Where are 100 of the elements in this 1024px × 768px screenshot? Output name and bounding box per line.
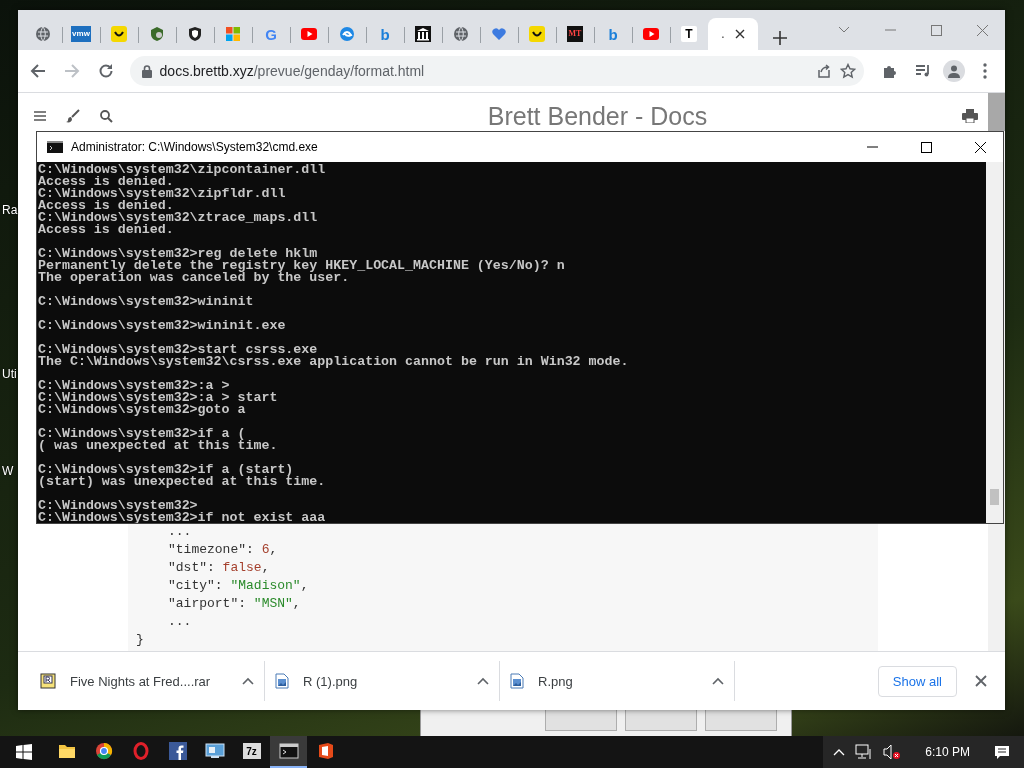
print-icon[interactable] bbox=[962, 109, 978, 123]
close-icon[interactable] bbox=[734, 29, 745, 39]
console-line: C:\Windows\system32>wininit.exe bbox=[38, 320, 287, 332]
code-line: "airport": "MSN", bbox=[168, 595, 301, 613]
download-item[interactable]: R.png bbox=[500, 661, 735, 701]
play-icon bbox=[301, 26, 317, 42]
taskbar-app[interactable]: 7z bbox=[233, 736, 270, 768]
browser-tab[interactable]: . bbox=[708, 18, 758, 50]
console-line: C:\Windows\system32>goto a bbox=[38, 404, 247, 416]
search-icon[interactable] bbox=[100, 109, 113, 123]
back-arrow-icon[interactable] bbox=[29, 63, 46, 79]
terminal-icon bbox=[47, 141, 63, 153]
close-icon[interactable] bbox=[974, 141, 986, 153]
download-name: Five Nights at Fred....rar bbox=[70, 673, 212, 689]
smile-icon bbox=[111, 26, 127, 42]
share-icon[interactable] bbox=[815, 63, 832, 79]
ring-icon bbox=[131, 742, 150, 760]
favicon: b bbox=[607, 26, 619, 42]
console-line: C:\Windows\system32>if not exist aaa bbox=[38, 512, 327, 523]
console-line: C:\Windows\system32\ztrace_maps.dll bbox=[38, 212, 319, 224]
console-line: Access is denied. bbox=[38, 200, 174, 212]
browser-tab[interactable]: MT bbox=[556, 18, 594, 50]
console-line: C:\Windows\system32>start csrss.exe bbox=[38, 344, 318, 356]
code-line: ... bbox=[168, 523, 192, 541]
desktop-icon-label: Ra bbox=[2, 203, 18, 217]
reload-icon[interactable] bbox=[97, 63, 114, 79]
archive-file-icon bbox=[40, 673, 56, 689]
console-line: The operation was canceled by the user. bbox=[38, 272, 350, 284]
globe-icon bbox=[35, 26, 51, 42]
browser-tab[interactable]: vmw bbox=[62, 18, 100, 50]
folder-icon bbox=[57, 743, 76, 759]
clock[interactable]: 6:10 PM bbox=[911, 745, 984, 759]
code-line: "city": "Madison", bbox=[168, 577, 309, 595]
network-icon[interactable] bbox=[855, 744, 874, 760]
scrollbar[interactable] bbox=[986, 162, 1003, 523]
puzzle-icon[interactable] bbox=[881, 63, 898, 79]
shield-icon bbox=[149, 26, 165, 42]
console-line: C:\Windows\system32> bbox=[38, 500, 198, 512]
console-line: Access is denied. bbox=[38, 176, 174, 188]
windows-logo-icon bbox=[225, 26, 241, 42]
show-all-button[interactable]: Show all bbox=[877, 665, 957, 697]
window-title: Administrator: C:\Windows\System32\cmd.exe bbox=[71, 140, 319, 154]
chevron-up-icon[interactable] bbox=[477, 677, 489, 685]
notification-icon[interactable] bbox=[994, 744, 1010, 760]
console-line: Access is denied. bbox=[38, 224, 174, 236]
download-name: R.png bbox=[538, 673, 574, 689]
console-line: C:\Windows\system32>if a (start) bbox=[38, 464, 294, 476]
code-line: } bbox=[136, 631, 144, 649]
more-menu-icon[interactable] bbox=[983, 63, 988, 79]
download-item[interactable]: R (1).png bbox=[265, 661, 500, 701]
windows-start-icon[interactable] bbox=[16, 744, 32, 760]
console-line: The C:\Windows\system32\csrss.exe application cannot be run in Win32 mode. bbox=[38, 356, 630, 368]
media-queue-icon[interactable] bbox=[915, 64, 932, 78]
brush-icon[interactable] bbox=[66, 109, 80, 123]
address-bar[interactable]: docs.brettb.xyz/prevue/genday/format.html bbox=[129, 56, 864, 86]
star-icon[interactable] bbox=[839, 63, 856, 79]
image-file-icon bbox=[510, 673, 524, 689]
muted-speaker-icon[interactable] bbox=[883, 744, 902, 760]
image-file-icon bbox=[275, 673, 289, 689]
chevron-up-icon[interactable] bbox=[242, 677, 254, 685]
scrollbar-thumb[interactable] bbox=[988, 93, 1005, 131]
profile-avatar[interactable] bbox=[943, 60, 966, 82]
taskbar-app[interactable] bbox=[270, 736, 307, 768]
download-item[interactable]: Five Nights at Fred....rar bbox=[30, 661, 265, 701]
chrome-icon bbox=[94, 742, 113, 760]
page-title: Brett Bender - Docs bbox=[486, 101, 709, 131]
tab-title: . bbox=[721, 27, 725, 41]
facebook-icon bbox=[168, 742, 187, 760]
browser-tab[interactable]: T bbox=[670, 18, 708, 50]
url-text: docs.brettb.xyz/prevue/genday/format.html bbox=[159, 63, 426, 79]
console-line: C:\Windows\system32\zipcontainer.dll bbox=[38, 164, 327, 176]
play-icon bbox=[643, 26, 659, 42]
console-line: (start) was unexpected at this time. bbox=[38, 476, 327, 488]
console-line: C:\Windows\system32>:a > start bbox=[38, 392, 279, 404]
office-icon bbox=[317, 742, 334, 760]
chevron-icon[interactable] bbox=[838, 26, 850, 34]
favicon: G bbox=[264, 26, 278, 42]
code-line: "timezone": 6, bbox=[168, 541, 278, 559]
favicon: vmw bbox=[71, 26, 91, 42]
shield-icon bbox=[187, 26, 203, 42]
console-line: C:\Windows\system32>if a ( bbox=[38, 428, 246, 440]
code-line: "dst": false, bbox=[168, 559, 270, 577]
desktop-icon-label: W bbox=[2, 464, 14, 478]
monitor-icon bbox=[204, 743, 225, 759]
minimize-icon[interactable] bbox=[866, 146, 878, 148]
console-line: C:\Windows\system32>reg delete hklm bbox=[38, 248, 319, 260]
console-line: C:\Windows\system32>:a > bbox=[38, 380, 231, 392]
console-line: ( was unexpected at this time. bbox=[38, 440, 279, 452]
close-icon[interactable] bbox=[975, 675, 987, 687]
maximize-icon[interactable] bbox=[920, 141, 932, 153]
console-line: C:\Windows\system32>wininit bbox=[38, 296, 255, 308]
heart-icon bbox=[491, 26, 507, 42]
globe-icon bbox=[453, 26, 469, 42]
console-line: Permanently delete the registry key HKEY_LOCAL_MACHINE (Yes/No)? n bbox=[38, 260, 566, 272]
menu-icon[interactable] bbox=[34, 111, 46, 121]
download-name: R (1).png bbox=[303, 673, 359, 689]
7zip-icon: 7z bbox=[242, 743, 261, 759]
chevron-up-icon[interactable] bbox=[712, 677, 724, 685]
favicon: b bbox=[379, 26, 391, 42]
favicon: T bbox=[681, 26, 697, 42]
